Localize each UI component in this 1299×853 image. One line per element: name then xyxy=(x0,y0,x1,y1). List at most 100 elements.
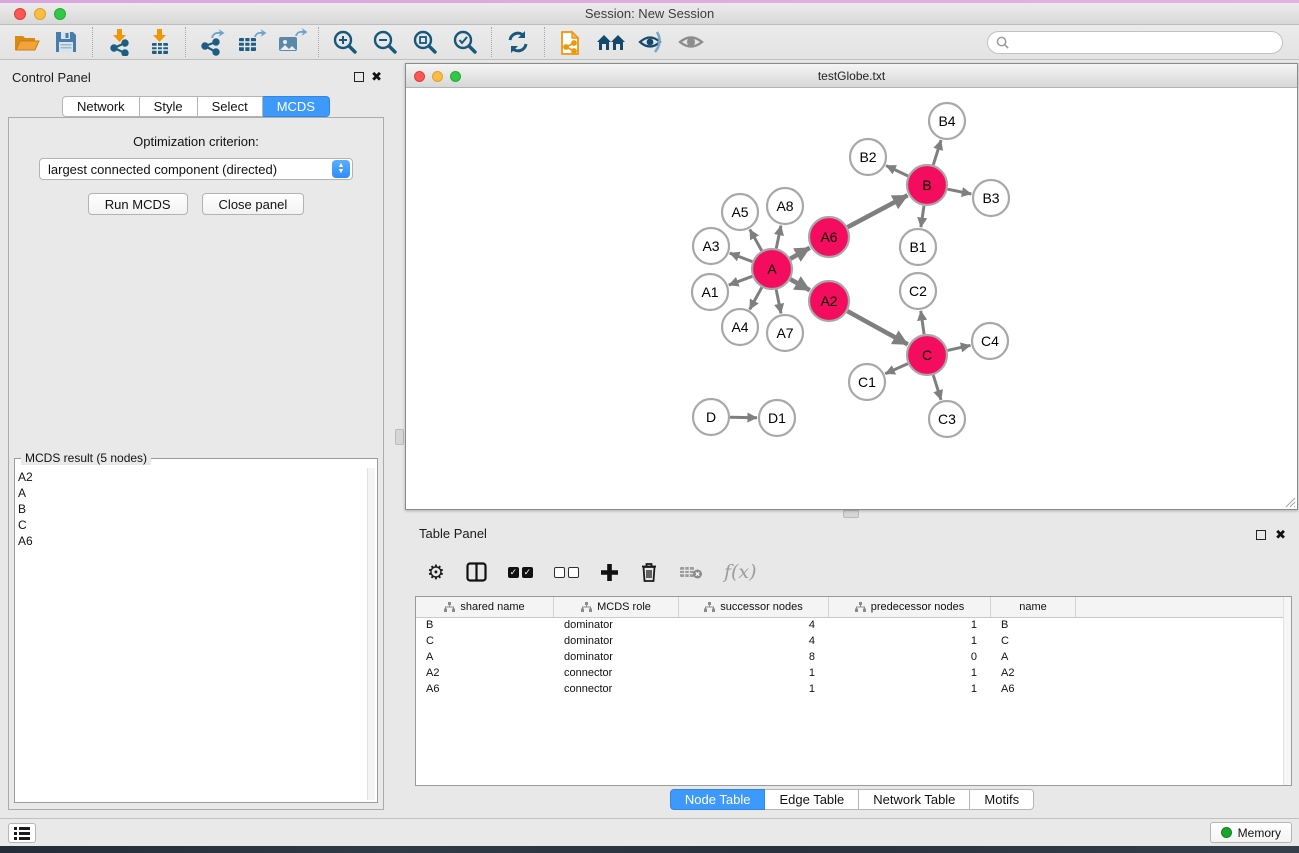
close-panel-button[interactable]: Close panel xyxy=(202,193,305,215)
mcds-result-list[interactable]: A2ABCA6 xyxy=(18,469,365,800)
node-label-C2: C2 xyxy=(909,283,927,299)
function-builder-button[interactable]: f(x) xyxy=(724,561,757,583)
edge-B-B1[interactable] xyxy=(921,206,924,227)
mcds-result-scrollbar[interactable] xyxy=(367,468,375,800)
mcds-result-item[interactable]: A2 xyxy=(18,469,365,485)
close-network-window-button[interactable] xyxy=(414,71,425,82)
column-panel-button[interactable] xyxy=(466,562,487,582)
export-image-button[interactable] xyxy=(272,26,312,58)
column-header-name[interactable]: name xyxy=(991,597,1076,617)
tab-network-table[interactable]: Network Table xyxy=(859,789,970,810)
unselect-all-columns-button[interactable] xyxy=(554,567,579,578)
new-network-document-icon xyxy=(558,28,584,56)
import-network-button[interactable] xyxy=(99,26,139,58)
column-header-successor-nodes[interactable]: successor nodes xyxy=(679,597,829,617)
window-resize-grip[interactable] xyxy=(1283,495,1296,508)
close-panel-icon[interactable]: ✖ xyxy=(371,70,382,83)
statusbar: Memory xyxy=(0,818,1299,846)
column-header-shared-name[interactable]: shared name xyxy=(416,597,554,617)
edge-A-A5[interactable] xyxy=(750,229,762,250)
tab-select[interactable]: Select xyxy=(198,96,263,117)
float-table-panel-icon[interactable] xyxy=(1256,530,1266,540)
node-label-C3: C3 xyxy=(938,411,956,427)
hide-selected-button[interactable] xyxy=(631,26,671,58)
search-field[interactable] xyxy=(987,31,1283,54)
import-table-button[interactable] xyxy=(139,26,179,58)
zoom-out-button[interactable] xyxy=(365,26,405,58)
edge-C-C3[interactable] xyxy=(933,375,941,400)
tab-mcds[interactable]: MCDS xyxy=(263,96,330,117)
add-column-button[interactable] xyxy=(600,563,619,582)
node-label-A: A xyxy=(767,261,777,277)
float-panel-icon[interactable] xyxy=(354,72,364,82)
edge-A2-C[interactable] xyxy=(847,311,907,344)
edge-B-B2[interactable] xyxy=(886,166,908,176)
table-row[interactable]: Cdominator41C xyxy=(416,634,1291,650)
zoom-network-window-button[interactable] xyxy=(450,71,461,82)
edge-C-C4[interactable] xyxy=(947,345,970,350)
edge-B-B4[interactable] xyxy=(933,140,941,165)
tab-motifs[interactable]: Motifs xyxy=(970,789,1034,810)
export-table-button[interactable] xyxy=(232,26,272,58)
table-panel-title: Table Panel xyxy=(419,526,487,541)
save-session-button[interactable] xyxy=(46,26,86,58)
horizontal-splitter-handle[interactable] xyxy=(843,510,859,518)
minimize-network-window-button[interactable] xyxy=(432,71,443,82)
table-row[interactable]: Bdominator41B xyxy=(416,618,1291,634)
network-window-titlebar[interactable]: testGlobe.txt xyxy=(406,64,1297,88)
tab-node-table[interactable]: Node Table xyxy=(670,789,766,810)
edge-A-A7[interactable] xyxy=(776,290,781,314)
delete-table-button[interactable] xyxy=(679,564,703,580)
edge-A-A6[interactable] xyxy=(790,248,810,259)
close-table-panel-icon[interactable]: ✖ xyxy=(1275,528,1286,541)
tab-network[interactable]: Network xyxy=(62,96,140,117)
edge-A-A3[interactable] xyxy=(730,253,753,262)
mcds-result-item[interactable]: B xyxy=(18,501,365,517)
table-cell: A xyxy=(416,650,554,666)
edge-A6-B[interactable] xyxy=(848,195,908,227)
edge-A-A2[interactable] xyxy=(790,279,810,290)
optimization-criterion-select[interactable]: largest connected component (directed) ▲… xyxy=(39,158,353,180)
column-header-predecessor-nodes[interactable]: predecessor nodes xyxy=(829,597,991,617)
table-scrollbar[interactable] xyxy=(1283,597,1291,785)
edge-A-A4[interactable] xyxy=(750,287,762,309)
zoom-fit-button[interactable] xyxy=(405,26,445,58)
export-network-button[interactable] xyxy=(192,26,232,58)
table-row[interactable]: Adominator80A xyxy=(416,650,1291,666)
network-window-controls xyxy=(414,71,461,82)
search-input[interactable] xyxy=(1014,35,1274,49)
table-cell: 1 xyxy=(679,682,829,698)
show-all-button[interactable] xyxy=(671,26,711,58)
delete-column-button[interactable] xyxy=(640,562,658,582)
edge-A-A1[interactable] xyxy=(729,276,753,285)
eye-slash-icon xyxy=(637,30,665,54)
edge-B-B3[interactable] xyxy=(948,189,972,194)
table-row[interactable]: A6connector11A6 xyxy=(416,682,1291,698)
vertical-splitter-handle[interactable] xyxy=(395,429,404,445)
new-network-from-selection-button[interactable] xyxy=(551,26,591,58)
table-row[interactable]: A2connector11A2 xyxy=(416,666,1291,682)
zoom-window-button[interactable] xyxy=(54,8,66,20)
zoom-in-button[interactable] xyxy=(325,26,365,58)
tab-edge-table[interactable]: Edge Table xyxy=(765,789,859,810)
edge-C-C1[interactable] xyxy=(885,364,908,374)
network-canvas[interactable]: B4B2BB3A8A5A6A3B1AA1C2A2A4A7C4CC1C3DD1 xyxy=(406,88,1297,509)
mcds-result-item[interactable]: A xyxy=(18,485,365,501)
tab-style[interactable]: Style xyxy=(140,96,198,117)
edge-A-A8[interactable] xyxy=(776,226,781,249)
edge-C-C2[interactable] xyxy=(921,311,924,334)
run-mcds-button[interactable]: Run MCDS xyxy=(88,193,188,215)
minimize-window-button[interactable] xyxy=(34,8,46,20)
column-header-MCDS-role[interactable]: MCDS role xyxy=(554,597,679,617)
zoom-selected-button[interactable] xyxy=(445,26,485,58)
first-neighbors-button[interactable] xyxy=(591,26,631,58)
refresh-button[interactable] xyxy=(498,26,538,58)
memory-button[interactable]: Memory xyxy=(1210,822,1292,843)
select-all-columns-button[interactable]: ✓ ✓ xyxy=(508,567,533,578)
mcds-result-item[interactable]: C xyxy=(18,517,365,533)
close-window-button[interactable] xyxy=(14,8,26,20)
mcds-result-item[interactable]: A6 xyxy=(18,533,365,549)
open-file-button[interactable] xyxy=(6,26,46,58)
task-history-button[interactable] xyxy=(8,823,36,843)
table-settings-button[interactable]: ⚙ xyxy=(427,562,445,582)
